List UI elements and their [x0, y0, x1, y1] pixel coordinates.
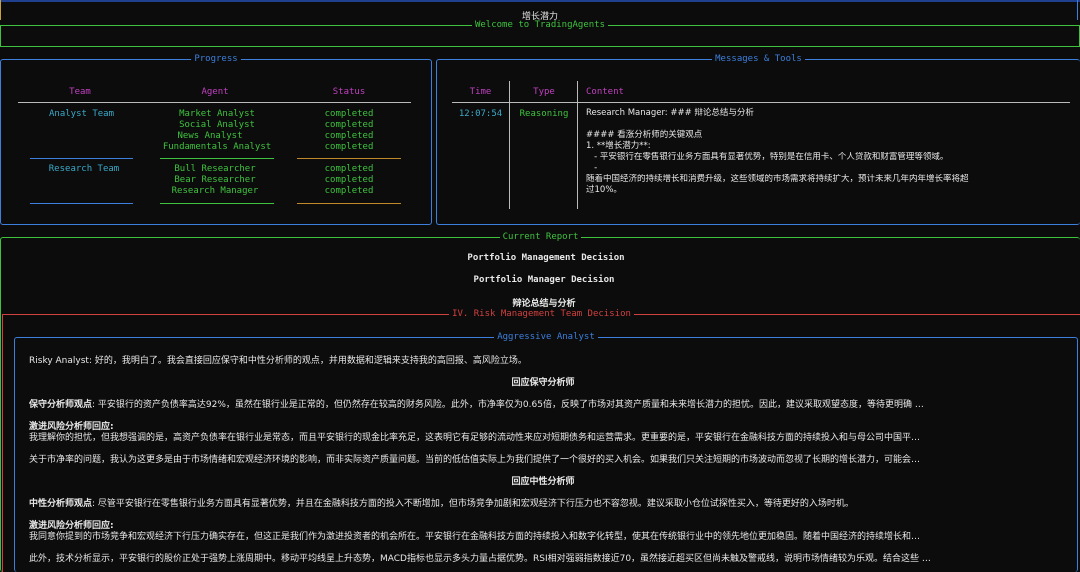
messages-header-divider [452, 102, 1070, 103]
aggressive-p5: 中性分析师观点: 尽管平安银行在零售银行业务方面具有显著优势，并且在金融科技方面… [29, 496, 1069, 509]
message-content: Research Manager: ### 辩论总结与分析 #### 看涨分析师… [586, 108, 1070, 196]
aggressive-p2: 保守分析师观点: 平安银行的资产负债率高达92%，虽然在银行业是正常的，但仍然存… [29, 397, 1069, 410]
aggressive-p4: 关于市净率的问题，我认为这更多是由于市场情绪和宏观经济环境的影响，而非实际资产质… [29, 455, 921, 465]
welcome-panel: Welcome to TradingAgents [0, 20, 1080, 47]
welcome-title: Welcome to TradingAgents [471, 20, 609, 30]
status-bear-researcher: completed [324, 175, 374, 185]
aggressive-p5-text: : 尽管平安银行在零售银行业务方面具有显著优势，并且在金融科技方面的投入不断增加… [92, 499, 854, 509]
report-heading-1: Portfolio Management Decision [467, 253, 625, 263]
message-time: 12:07:54 [458, 109, 503, 119]
message-line: 1. **增长潜力**: [586, 141, 651, 151]
report-heading-3: 辩论总结与分析 [512, 299, 576, 309]
message-line: 随着中国经济的持续增长和消费升级，这些领域的市场需求将持续扩大，预计未来几年内年… [586, 174, 969, 184]
status-research-manager: completed [324, 186, 374, 196]
agent-bull-researcher: Bull Researcher [174, 164, 256, 174]
messages-title: Messages & Tools [712, 54, 805, 64]
team-divider-1 [30, 158, 133, 159]
status-market-analyst: completed [324, 109, 374, 119]
status-divider-2 [297, 203, 401, 204]
aggressive-p2-text: : 平安银行的资产负债率高达92%，虽然在银行业是正常的，但仍然存在较高的财务风… [92, 400, 924, 410]
messages-header-type: Type [533, 87, 555, 97]
message-line: 过10%。 [586, 185, 622, 195]
progress-header-status: Status [332, 87, 366, 97]
agent-bear-researcher: Bear Researcher [174, 175, 256, 185]
messages-header-time: Time [469, 87, 492, 97]
progress-header-team: Team [69, 87, 91, 97]
status-news-analyst: completed [324, 131, 374, 141]
aggressive-p1: Risky Analyst: 好的，我明白了。我会直接回应保守和中性分析师的观点… [29, 356, 527, 366]
aggressive-analyst-title: Aggressive Analyst [494, 332, 598, 342]
status-social-analyst: completed [324, 120, 374, 130]
message-line: - 平安银行在零售银行业务方面具有显著优势，特别是在信用卡、个人贷款和财富管理等… [586, 152, 949, 162]
aggressive-p6: 我同意你提到的市场竞争和宏观经济下行压力确实存在，但这正是我们作为激进投资者的机… [29, 532, 921, 542]
aggressive-p5-label: 中性分析师观点 [29, 499, 93, 509]
status-divider-1 [297, 158, 401, 159]
progress-header-agent: Agent [201, 87, 229, 97]
agent-fundamentals-analyst: Fundamentals Analyst [162, 142, 272, 152]
team-research: Research Team [48, 164, 120, 174]
message-line: Research Manager: ### 辩论总结与分析 [586, 108, 754, 118]
progress-header-divider [18, 102, 411, 103]
agent-divider-2 [160, 203, 274, 204]
aggressive-p7: 此外，技术分析显示，平安银行的股价正处于强势上涨周期中。移动平均线呈上升态势，M… [29, 554, 931, 564]
messages-col-sep-1 [509, 81, 510, 209]
report-heading-2: Portfolio Manager Decision [473, 275, 615, 285]
agent-market-analyst: Market Analyst [179, 109, 255, 119]
risk-management-title: IV. Risk Management Team Decision [449, 309, 634, 319]
aggressive-heading-conservative: 回应保守分析师 [511, 378, 575, 388]
top-blue-line [0, 0, 1080, 2]
agent-divider-1 [160, 158, 274, 159]
status-bull-researcher: completed [324, 164, 374, 174]
status-fundamentals-analyst: completed [324, 142, 374, 152]
current-report-title: Current Report [499, 232, 582, 242]
message-line: #### 看涨分析师的关键观点 [586, 130, 703, 140]
message-type: Reasoning [519, 109, 569, 119]
team-divider-2 [30, 203, 133, 204]
team-analyst: Analyst Team [48, 109, 115, 119]
messages-col-sep-2 [577, 81, 578, 209]
message-line: - [586, 163, 598, 173]
messages-header-content: Content [586, 87, 624, 97]
agent-news-analyst: News Analyst [177, 131, 243, 141]
agent-social-analyst: Social Analyst [179, 120, 255, 130]
aggressive-heading-neutral: 回应中性分析师 [511, 477, 575, 487]
aggressive-p2-label: 保守分析师观点 [29, 400, 93, 410]
aggressive-p3: 我理解你的担忧，但我想强调的是，高资产负债率在银行业是常态，而且平安银行的现金比… [29, 433, 921, 443]
progress-title: Progress [191, 54, 241, 64]
agent-research-manager: Research Manager [171, 186, 259, 196]
message-line [586, 119, 1070, 130]
